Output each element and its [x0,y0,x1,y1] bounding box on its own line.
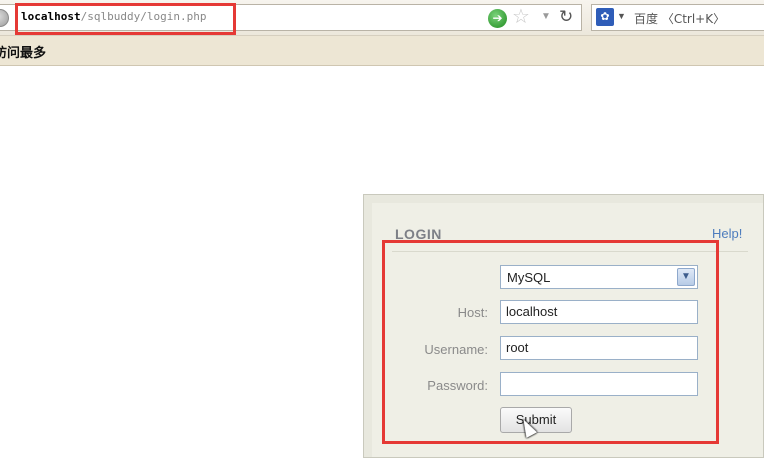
baidu-paw-icon[interactable]: ✿ [596,8,614,26]
title-divider [392,251,748,252]
submit-button[interactable]: Submit [500,407,572,433]
bookmarks-toolbar: 访问最多 [0,36,764,66]
history-dropdown-icon[interactable]: ▼ [541,11,551,22]
password-label: Password: [427,378,488,393]
go-arrow-icon[interactable]: ➔ [488,9,507,28]
search-placeholder: 百度 〈Ctrl+K〉 [634,12,726,26]
bookmark-star-icon[interactable]: ☆ [512,6,530,28]
url-path: /sqlbuddy/login.php [80,10,207,23]
reload-icon[interactable]: ↻ [559,7,573,27]
host-input[interactable]: localhost [500,300,698,324]
help-link[interactable]: Help! [712,226,742,241]
password-input[interactable] [500,372,698,396]
browser-navigation-bar: localhost/sqlbuddy/login.php ➔ ☆ ▼ ↻ ✿ ▼… [0,0,764,36]
username-input[interactable]: root [500,336,698,360]
bookmark-most-visited[interactable]: 访问最多 [0,42,46,61]
host-label: Host: [457,305,488,320]
search-bar[interactable]: ✿ ▼ 百度 〈Ctrl+K〉 [591,4,764,31]
site-identity-icon[interactable] [0,9,9,27]
chevron-down-icon[interactable]: ▼ [677,268,695,286]
url-host: localhost [21,10,81,23]
username-label: Username: [424,342,488,357]
login-title: LOGIN [395,226,442,242]
database-type-select[interactable]: MySQL ▼ [500,265,698,289]
url-text[interactable]: localhost/sqlbuddy/login.php [21,10,206,23]
address-bar[interactable]: localhost/sqlbuddy/login.php ➔ ☆ ▼ ↻ [0,4,582,31]
database-type-value: MySQL [507,270,551,285]
engine-dropdown-icon[interactable]: ▼ [617,11,626,21]
